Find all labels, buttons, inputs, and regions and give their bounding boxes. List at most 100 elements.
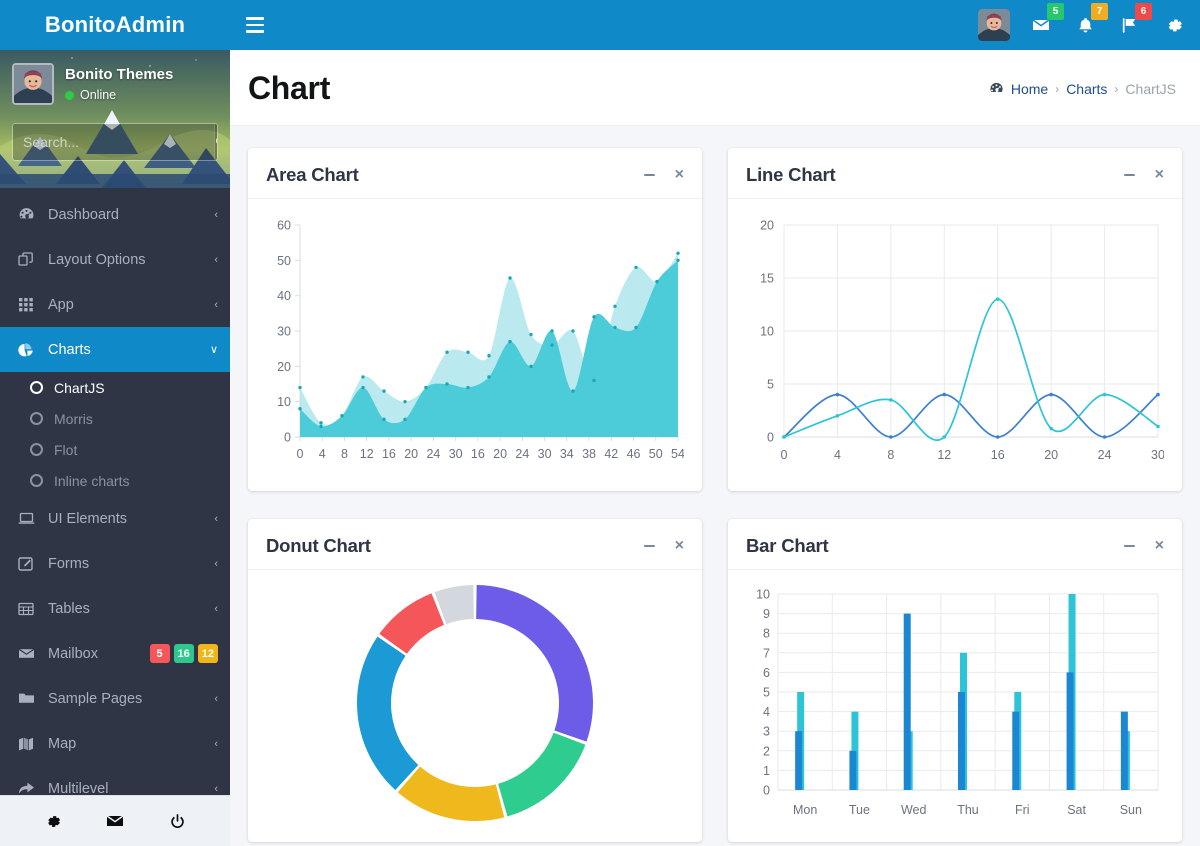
svg-text:34: 34: [560, 447, 574, 461]
sidebar-item-sample-pages[interactable]: Sample Pages ‹: [0, 676, 230, 721]
chevron-left-icon: ‹: [214, 602, 218, 615]
map-icon: [16, 736, 36, 752]
svg-text:0: 0: [284, 431, 291, 445]
bar-series-b[interactable]: [903, 613, 911, 790]
svg-text:20: 20: [1044, 448, 1058, 462]
bar-series-b[interactable]: [1120, 711, 1128, 790]
bar-series-b[interactable]: [1066, 672, 1074, 790]
svg-text:16: 16: [382, 447, 396, 461]
sidebar-item-dashboard[interactable]: Dashboard ‹: [0, 192, 230, 237]
bar-series-b[interactable]: [1012, 711, 1020, 790]
hamburger-bar: [246, 23, 264, 27]
donut-slice-purple[interactable]: [476, 584, 593, 742]
navbar-settings-button[interactable]: [1160, 12, 1186, 38]
close-button[interactable]: ×: [672, 167, 686, 183]
svg-text:4: 4: [834, 448, 841, 462]
svg-text:10: 10: [277, 395, 291, 409]
breadcrumb-home[interactable]: Home: [1011, 81, 1048, 97]
navbar-tasks-button[interactable]: 6: [1116, 3, 1152, 38]
search-input[interactable]: [13, 124, 214, 160]
card-title: Bar Chart: [746, 535, 829, 556]
minus-icon: [1123, 174, 1135, 176]
svg-text:8: 8: [763, 627, 770, 641]
sidebar-item-tables[interactable]: Tables ‹: [0, 586, 230, 631]
sidebar-subitem-flot[interactable]: Flot: [0, 434, 230, 465]
svg-text:0: 0: [763, 784, 770, 798]
svg-text:2: 2: [763, 744, 770, 758]
minimize-button[interactable]: [642, 538, 656, 554]
svg-text:Sun: Sun: [1120, 803, 1142, 817]
sidebar-subitem-chartjs[interactable]: ChartJS: [0, 372, 230, 403]
sidebar-item-mailbox[interactable]: Mailbox 5 16 12: [0, 631, 230, 676]
bar-chart-plot[interactable]: 0 1 2 3 4 5 6 7 8 9 10 Mon Tue Wed Thu Fri Sat Sun: [740, 582, 1164, 832]
minimize-button[interactable]: [1122, 538, 1136, 554]
bar-chart-card: Bar Chart × 0 1 2 3 4 5 6 7 8 9 10 Mon Tue Wed Thu Fri S…: [728, 519, 1182, 842]
sidebar-item-multilevel[interactable]: Multilevel ‹: [0, 766, 230, 795]
hamburger-menu-button[interactable]: [246, 12, 272, 38]
user-profile[interactable]: Bonito Themes Online: [0, 50, 230, 105]
gear-icon: [1168, 19, 1182, 31]
close-button[interactable]: ×: [672, 538, 686, 554]
bar-series-b[interactable]: [958, 692, 965, 790]
chevron-left-icon: ‹: [214, 557, 218, 570]
sidebar-footer: [0, 795, 230, 846]
close-icon: ×: [1154, 537, 1164, 554]
top-navbar: 5 7 6: [230, 0, 1200, 50]
search-button[interactable]: [214, 124, 217, 160]
footer-logout-button[interactable]: [168, 812, 187, 831]
donut-slice-green[interactable]: [498, 732, 586, 816]
svg-text:30: 30: [538, 447, 552, 461]
navbar-notifications-button[interactable]: 7: [1072, 3, 1108, 38]
sidebar-item-label: Sample Pages: [48, 690, 143, 707]
sidebar-subitem-label: ChartJS: [54, 379, 105, 396]
close-button[interactable]: ×: [1152, 538, 1166, 554]
mailbox-badge-red: 5: [149, 644, 170, 663]
donut-chart-card: Donut Chart ×: [248, 519, 702, 842]
line-chart-plot[interactable]: 0 5 10 15 20 0 4 8 12 16 20 24 30: [740, 211, 1164, 481]
donut-slice-yellow[interactable]: [397, 766, 505, 821]
navbar-messages-button[interactable]: 5: [1028, 3, 1064, 38]
sidebar-item-label: Multilevel: [48, 780, 109, 796]
svg-text:42: 42: [604, 447, 618, 461]
sidebar-subitem-morris[interactable]: Morris: [0, 403, 230, 434]
edit-icon: [16, 556, 36, 572]
svg-text:7: 7: [763, 646, 770, 660]
dashboard-icon: [989, 81, 1004, 96]
svg-text:24: 24: [515, 447, 529, 461]
navbar-avatar[interactable]: [978, 9, 1010, 41]
minimize-button[interactable]: [642, 167, 656, 183]
minimize-button[interactable]: [1122, 167, 1136, 183]
svg-text:16: 16: [471, 447, 485, 461]
mailbox-badge-green: 16: [173, 644, 194, 663]
sidebar-item-label: Charts: [48, 341, 91, 358]
sidebar-item-charts[interactable]: Charts ∨: [0, 327, 230, 372]
footer-messages-button[interactable]: [105, 811, 125, 831]
pie-chart-icon: [16, 342, 36, 358]
notifications-badge: 7: [1091, 3, 1108, 20]
sidebar-item-app[interactable]: App ‹: [0, 282, 230, 327]
svg-text:30: 30: [277, 325, 291, 339]
footer-settings-button[interactable]: [43, 812, 62, 831]
breadcrumb-charts[interactable]: Charts: [1066, 81, 1107, 97]
bar-series-b[interactable]: [795, 731, 803, 790]
sidebar-subitem-inline-charts[interactable]: Inline charts: [0, 465, 230, 496]
power-icon: [170, 813, 184, 828]
sidebar-item-map[interactable]: Map ‹: [0, 721, 230, 766]
brand-logo[interactable]: BonitoAdmin: [0, 0, 230, 50]
svg-text:4: 4: [763, 705, 770, 719]
mailbox-badges: 5 16 12: [149, 644, 218, 663]
share-icon: [16, 780, 36, 795]
close-button[interactable]: ×: [1152, 167, 1166, 183]
svg-text:20: 20: [760, 219, 774, 233]
sidebar-item-ui-elements[interactable]: UI Elements ‹: [0, 496, 230, 541]
envelope-icon: [16, 645, 36, 662]
sidebar-item-layout-options[interactable]: Layout Options ‹: [0, 237, 230, 282]
card-body: [248, 570, 702, 835]
area-chart-plot[interactable]: 0 10 20 30 40 50 60 0 4 8 12 16 20 24 30 16 20 24 30 34 38 42…: [260, 211, 684, 481]
breadcrumb-separator: ›: [1114, 81, 1119, 96]
bar-series-b[interactable]: [849, 750, 857, 790]
sidebar-item-forms[interactable]: Forms ‹: [0, 541, 230, 586]
donut-chart-plot[interactable]: [350, 578, 600, 828]
donut-slice-blue[interactable]: [357, 636, 419, 790]
svg-text:30: 30: [1151, 448, 1164, 462]
